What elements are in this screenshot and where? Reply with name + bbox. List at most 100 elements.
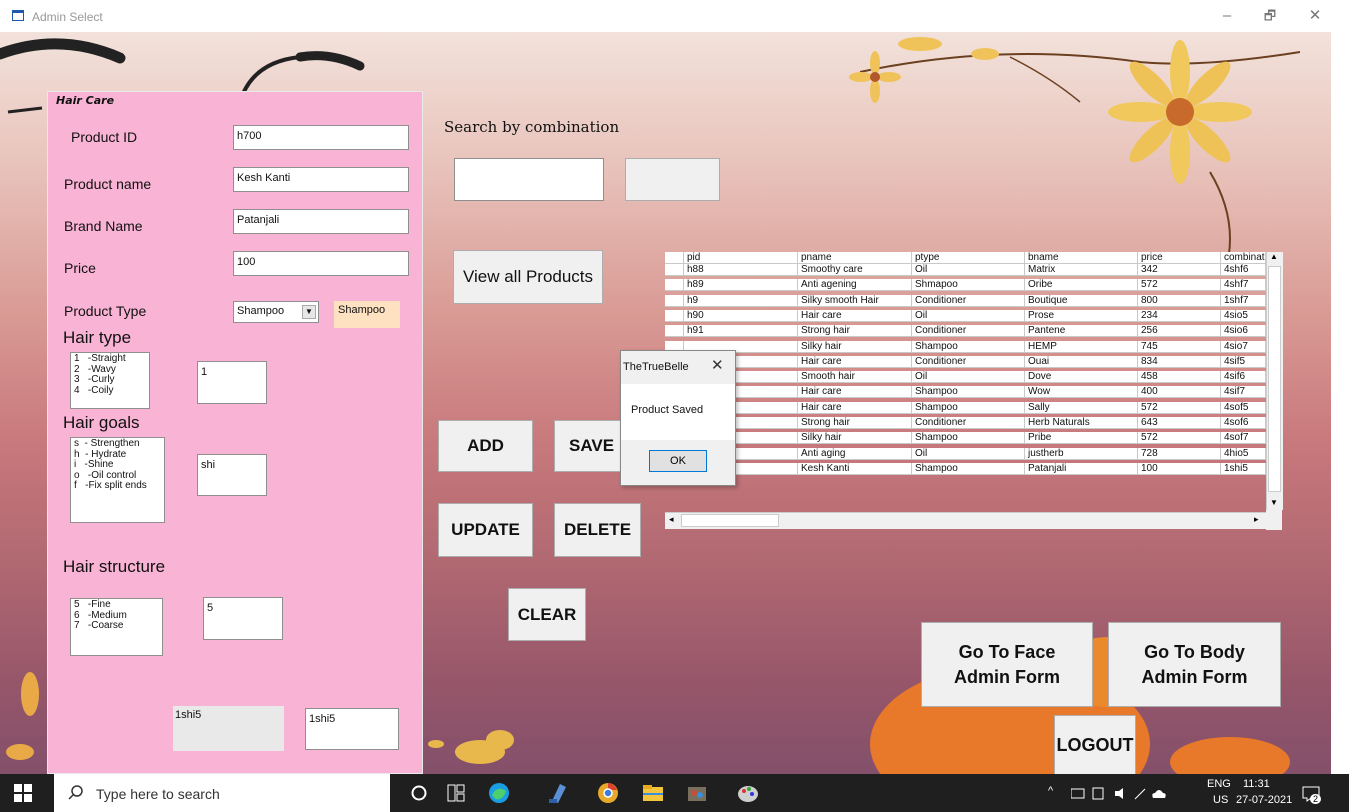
cell-pname[interactable]: Hair care [798,309,912,322]
cell-bname[interactable]: HEMP [1025,340,1138,353]
combination-input[interactable]: 1shi5 [305,708,399,750]
column-header-bname[interactable]: bname [1025,252,1138,264]
cell-pname[interactable]: Kesh Kanti [798,462,912,475]
hair-type-list[interactable]: 1 -Straight 2 -Wavy 3 -Curly 4 -Coily [70,352,150,409]
update-button[interactable]: UPDATE [438,503,533,557]
row-header[interactable] [665,309,684,322]
notes-app-icon[interactable] [546,781,570,805]
cell-combination[interactable]: 4sif7 [1221,386,1266,399]
row-header[interactable] [665,294,684,307]
paint-app-icon[interactable] [736,781,760,805]
column-header-ptype[interactable]: ptype [912,252,1025,264]
column-header-pname[interactable]: pname [798,252,912,264]
cell-bname[interactable]: Pantene [1025,325,1138,338]
cell-pname[interactable]: Smooth hair [798,371,912,384]
cell-bname[interactable]: Wow [1025,386,1138,399]
table-row[interactable]: Strong hair Conditioner Herb Naturals 643 4s… [665,417,1266,429]
cell-pid[interactable]: h88 [684,264,798,276]
add-button[interactable]: ADD [438,420,533,472]
taskbar-search-box[interactable]: Type here to search [54,774,390,812]
column-header-combination[interactable]: combinat [1221,252,1266,264]
close-button[interactable]: ✕ [1305,6,1325,26]
cell-ptype[interactable]: Conditioner [912,355,1025,368]
go-to-face-admin-button[interactable]: Go To Face Admin Form [921,622,1093,707]
view-all-products-button[interactable]: View all Products [453,250,603,304]
cell-pname[interactable]: Silky hair [798,432,912,445]
cell-pname[interactable]: Smoothy care [798,264,912,276]
cell-bname[interactable]: Prose [1025,309,1138,322]
clock-date[interactable]: 27-07-2021 [1236,794,1292,806]
cell-ptype[interactable]: Oil [912,371,1025,384]
windows-start-icon[interactable] [14,784,32,802]
cell-price[interactable]: 572 [1138,279,1221,292]
table-row[interactable]: Silky hair Shampoo Pribe 572 4sof7 [665,432,1266,445]
cell-ptype[interactable]: Conditioner [912,417,1025,429]
cell-ptype[interactable]: Shampoo [912,340,1025,353]
cell-price[interactable]: 572 [1138,401,1221,414]
cell-pid[interactable]: h91 [684,325,798,338]
cell-price[interactable]: 458 [1138,371,1221,384]
file-explorer-icon[interactable] [641,781,665,805]
cell-ptype[interactable]: Oil [912,309,1025,322]
grid-vertical-scrollbar[interactable]: ▲ ▼ [1266,252,1283,510]
cell-ptype[interactable]: Shampoo [912,386,1025,399]
table-row[interactable]: Hair care Conditioner Ouai 834 4sif5 [665,355,1266,368]
cell-price[interactable]: 342 [1138,264,1221,276]
cell-ptype[interactable]: Oil [912,447,1025,460]
window-scrollbar[interactable] [1331,32,1349,774]
clear-button[interactable]: CLEAR [508,588,586,641]
cell-price[interactable]: 834 [1138,355,1221,368]
language-indicator[interactable]: ENG [1207,778,1231,790]
delete-button[interactable]: DELETE [554,503,641,557]
cell-price[interactable]: 728 [1138,447,1221,460]
scroll-down-icon[interactable]: ▼ [1270,498,1278,507]
cell-combination[interactable]: 4sof5 [1221,401,1266,414]
cell-pid[interactable]: h90 [684,309,798,322]
cell-price[interactable]: 256 [1138,325,1221,338]
column-header-pid[interactable]: pid [684,252,798,264]
cell-bname[interactable]: Pribe [1025,432,1138,445]
cell-combination[interactable]: 1shf7 [1221,294,1266,307]
cell-pid[interactable]: h9 [684,294,798,307]
cortana-icon[interactable] [410,784,428,802]
cell-pname[interactable]: Silky smooth Hair [798,294,912,307]
products-grid[interactable]: pid pname ptype bname price combinat h88… [665,252,1283,530]
table-row[interactable]: Anti aging Oil justherb 728 4hio5 [665,447,1266,460]
cell-pname[interactable]: Strong hair [798,417,912,429]
table-row[interactable]: ▶h700Kesh KantiShampooPatanjali1001shi5 [665,462,1266,475]
cell-combination[interactable]: 4shf7 [1221,279,1266,292]
cell-combination[interactable]: 4sio5 [1221,309,1266,322]
table-row[interactable]: h90 Hair care Oil Prose 234 4sio5 [665,309,1266,322]
cell-pname[interactable]: Hair care [798,401,912,414]
cell-price[interactable]: 400 [1138,386,1221,399]
table-row[interactable]: Smooth hair Oil Dove 458 4sif6 [665,371,1266,384]
cell-price[interactable]: 100 [1138,462,1221,475]
hair-structure-input[interactable]: 5 [203,597,283,640]
dialog-ok-button[interactable]: OK [649,450,707,472]
hair-type-input[interactable]: 1 [197,361,267,404]
system-tray-icons[interactable] [1071,787,1167,801]
cell-ptype[interactable]: Shampoo [912,401,1025,414]
table-row[interactable]: Hair care Shampoo Sally 572 4sof5 [665,401,1266,414]
cell-price[interactable]: 745 [1138,340,1221,353]
logout-button[interactable]: LOGOUT [1054,715,1136,774]
hair-structure-list[interactable]: 5 -Fine 6 -Medium 7 -Coarse [70,598,163,656]
dialog-close-icon[interactable]: ✕ [711,356,724,374]
table-row[interactable]: h88 Smoothy care Oil Matrix 342 4shf6 [665,264,1266,276]
maximize-button[interactable]: 🗗 [1260,6,1280,26]
tray-chevron-icon[interactable]: ^ [1048,785,1053,797]
brand-name-input[interactable]: Patanjali [233,209,409,234]
cell-combination[interactable]: 4sof6 [1221,417,1266,429]
cell-bname[interactable]: Oribe [1025,279,1138,292]
cell-combination[interactable]: 4sof7 [1221,432,1266,445]
cell-bname[interactable]: Boutique [1025,294,1138,307]
cell-pname[interactable]: Anti agening [798,279,912,292]
product-name-input[interactable]: Kesh Kanti [233,167,409,192]
cell-bname[interactable]: Patanjali [1025,462,1138,475]
table-row[interactable]: h9 Silky smooth Hair Conditioner Boutique 80… [665,294,1266,307]
cell-combination[interactable]: 4sif5 [1221,355,1266,368]
search-input[interactable] [454,158,604,201]
chrome-browser-icon[interactable] [596,781,620,805]
cell-bname[interactable]: Ouai [1025,355,1138,368]
edge-browser-icon[interactable] [487,781,511,805]
